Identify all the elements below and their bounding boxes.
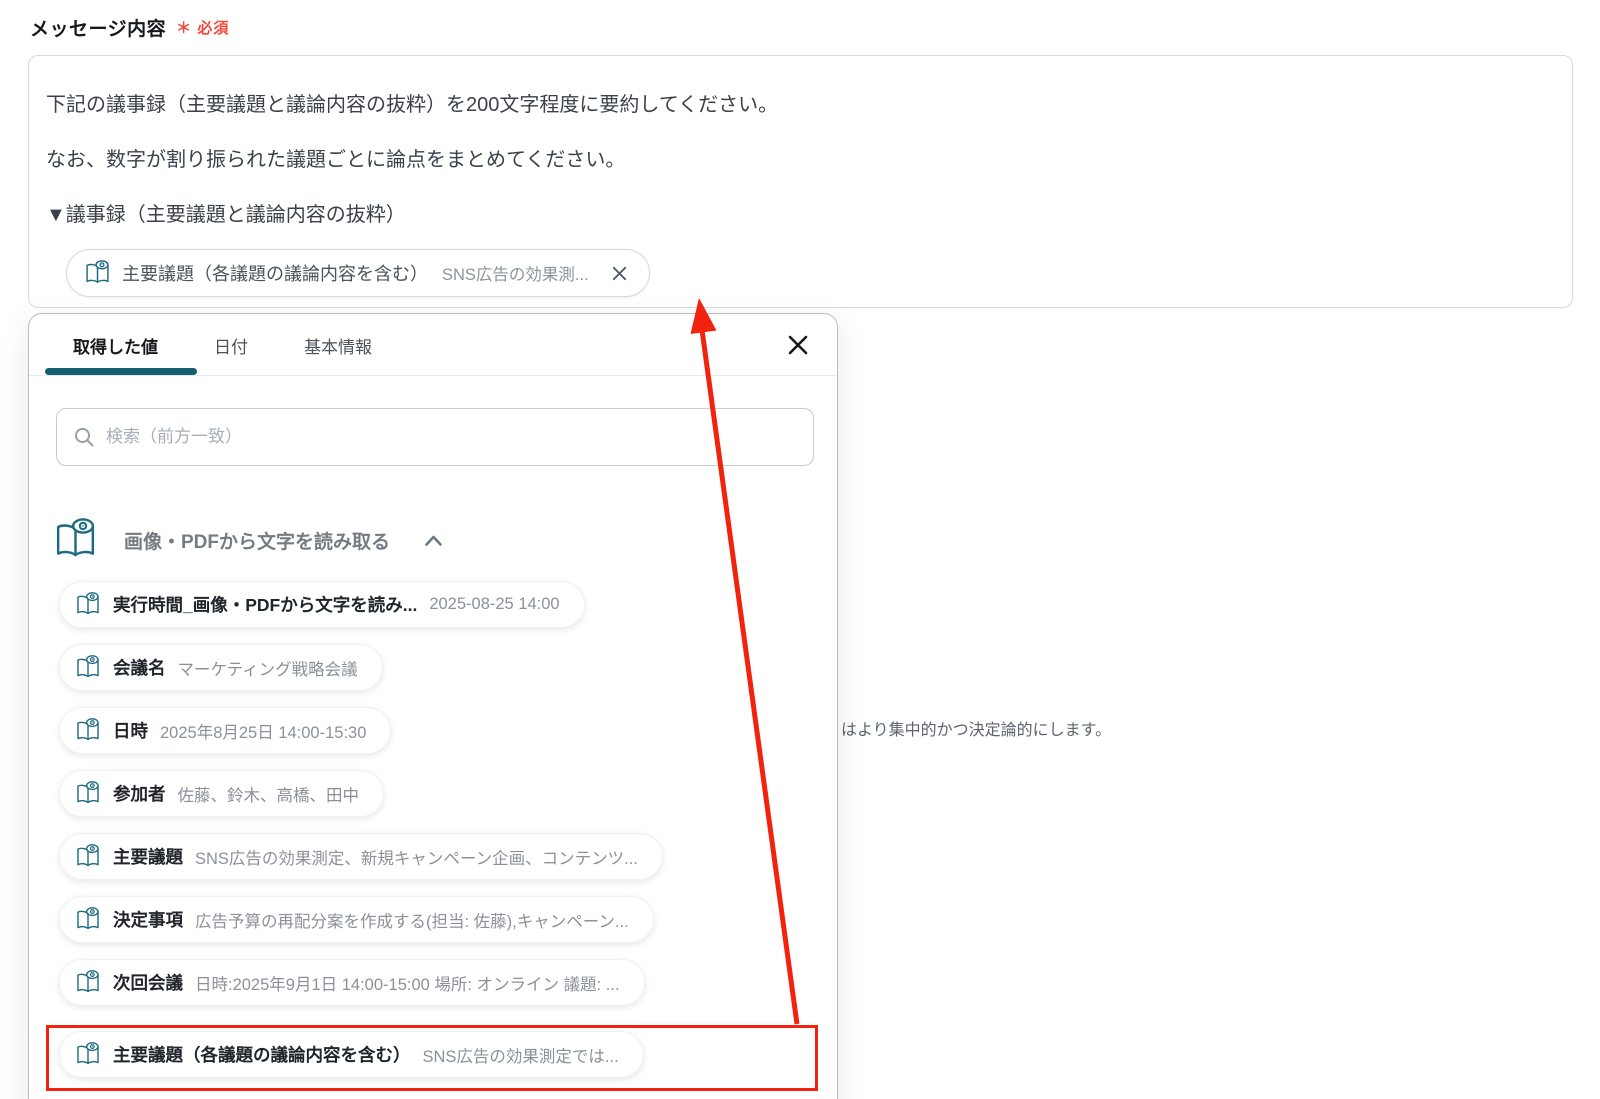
book-eye-icon bbox=[75, 969, 101, 996]
popup-close-button[interactable] bbox=[785, 332, 811, 358]
chip-remove-icon[interactable] bbox=[610, 264, 629, 283]
list-item-participants[interactable]: 参加者 佐藤、鈴木、高橋、田中 bbox=[59, 770, 384, 817]
list-item-datetime[interactable]: 日時 2025年8月25日 14:00-15:30 bbox=[59, 707, 392, 754]
section-ocr-step[interactable]: 画像・PDFから文字を読み取る bbox=[53, 517, 443, 564]
search-icon bbox=[73, 426, 95, 448]
background-description-text: はより集中的かつ決定論的にします。 bbox=[841, 722, 1112, 739]
book-eye-icon bbox=[84, 259, 111, 287]
message-line: 下記の議事録（主要議題と議論内容の抜粋）を200文字程度に要約してください。 bbox=[46, 94, 779, 116]
section-title: 画像・PDFから文字を読み取る bbox=[124, 532, 391, 553]
search-box[interactable] bbox=[56, 408, 814, 466]
search-input[interactable] bbox=[106, 427, 797, 447]
book-eye-icon bbox=[75, 717, 101, 744]
field-label: メッセージ内容 bbox=[30, 19, 167, 40]
required-badge: ＊ 必須 bbox=[176, 20, 230, 37]
message-line: なお、数字が割り振られた議題ごとに論点をまとめてください。 bbox=[46, 149, 626, 171]
book-eye-icon bbox=[75, 843, 101, 870]
book-eye-icon bbox=[75, 906, 101, 933]
chevron-up-icon[interactable] bbox=[424, 534, 443, 547]
book-eye-icon bbox=[75, 1041, 101, 1068]
list-item-next-meeting[interactable]: 次回会議 日時:2025年9月1日 14:00-15:00 場所: オンライン … bbox=[59, 959, 645, 1006]
inserted-chip-label: 主要議題（各議題の議論内容を含む） bbox=[122, 264, 428, 284]
popup-tab-bar: 取得した値 日付 基本情報 bbox=[29, 314, 837, 376]
tab-retrieved-values[interactable]: 取得した値 bbox=[73, 333, 158, 358]
tab-date[interactable]: 日付 bbox=[214, 333, 248, 358]
list-item-main-topics-detailed[interactable]: 主要議題（各議題の議論内容を含む） SNS広告の効果測定では... bbox=[59, 1031, 644, 1078]
tab-basic-info[interactable]: 基本情報 bbox=[304, 333, 372, 358]
page: メッセージ内容 ＊ 必須 下記の議事録（主要議題と議論内容の抜粋）を200文字程… bbox=[0, 0, 1600, 1099]
header-divider bbox=[29, 375, 837, 376]
list-item-main-topics[interactable]: 主要議題 SNS広告の効果測定、新規キャンペーン企画、コンテンツ... bbox=[59, 833, 663, 880]
list-item-exec-time[interactable]: 実行時間_画像・PDFから文字を読み... 2025-08-25 14:00 bbox=[59, 581, 585, 628]
retrieved-values-popup: 取得した値 日付 基本情報 画像・PDFから文字を読み取る bbox=[28, 313, 838, 1099]
list-item-meeting-name[interactable]: 会議名 マーケティング戦略会議 bbox=[59, 644, 383, 691]
field-label-row: メッセージ内容 ＊ 必須 bbox=[30, 14, 229, 41]
inserted-value-chip[interactable]: 主要議題（各議題の議論内容を含む） SNS広告の効果測... bbox=[66, 249, 650, 297]
list-item-decisions[interactable]: 決定事項 広告予算の再配分案を作成する(担当: 佐藤),キャンペーン... bbox=[59, 896, 654, 943]
message-content-field[interactable]: 下記の議事録（主要議題と議論内容の抜粋）を200文字程度に要約してください。 な… bbox=[28, 55, 1573, 308]
retrieved-values-list: 実行時間_画像・PDFから文字を読み... 2025-08-25 14:00 会… bbox=[59, 581, 829, 1094]
active-tab-underline bbox=[45, 368, 197, 375]
message-line: ▼議事録（主要議題と議論内容の抜粋） bbox=[46, 204, 406, 226]
book-eye-icon bbox=[53, 517, 98, 564]
book-eye-icon bbox=[75, 591, 101, 618]
inserted-chip-value: SNS広告の効果測... bbox=[442, 266, 589, 284]
book-eye-icon bbox=[75, 654, 101, 681]
book-eye-icon bbox=[75, 780, 101, 807]
